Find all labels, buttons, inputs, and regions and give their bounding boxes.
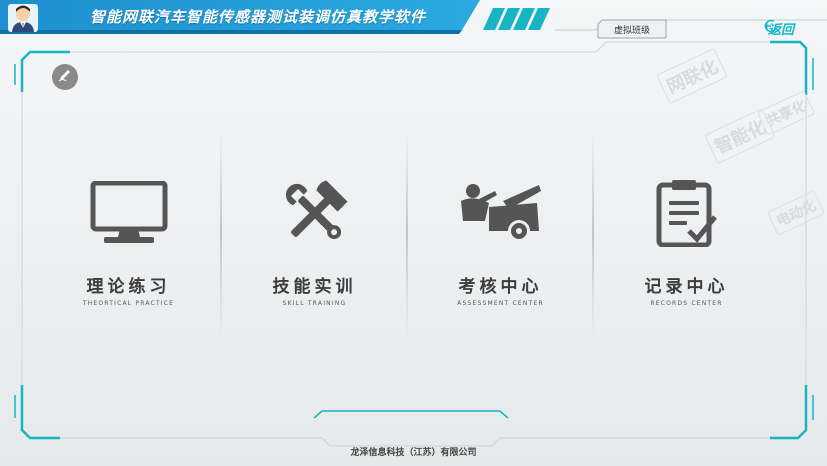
module-theory-practice[interactable]: 理论练习 THEORTICAL PRACTICE <box>36 128 221 338</box>
class-tab[interactable]: 虚拟班级 <box>596 19 668 39</box>
module-records-center[interactable]: 记录中心 RECORDS CENTER <box>594 128 779 338</box>
pen-icon <box>57 67 73 87</box>
module-subtitle: ASSESSMENT CENTER <box>457 300 544 307</box>
module-subtitle: THEORTICAL PRACTICE <box>82 300 175 307</box>
avatar <box>6 2 40 34</box>
tools-icon <box>272 178 358 248</box>
app-title: 智能网联汽车智能传感器测试装调仿真教学软件 <box>90 8 427 26</box>
monitor-icon <box>86 178 172 248</box>
module-title: 考核中心 <box>458 277 543 297</box>
app-header: 智能网联汽车智能传感器测试装调仿真教学软件 虚拟班级 返回 <box>0 0 827 39</box>
back-button[interactable]: 返回 <box>764 19 794 38</box>
car-repair-icon <box>458 178 544 248</box>
class-tab-label: 虚拟班级 <box>613 25 650 36</box>
module-grid: 理论练习 THEORTICAL PRACTICE 技能实训 SKILL TRAI… <box>36 128 776 338</box>
module-assessment-center[interactable]: 考核中心 ASSESSMENT CENTER <box>408 128 593 338</box>
module-subtitle: RECORDS CENTER <box>650 300 723 307</box>
clipboard-icon <box>644 178 730 248</box>
footer-company: 龙泽信息科技（江苏）有限公司 <box>350 448 477 458</box>
module-title: 技能实训 <box>272 277 357 297</box>
module-subtitle: SKILL TRAINING <box>282 300 347 307</box>
module-skill-training[interactable]: 技能实训 SKILL TRAINING <box>222 128 407 338</box>
module-title: 理论练习 <box>86 277 171 297</box>
edit-button[interactable] <box>52 64 78 90</box>
module-title: 记录中心 <box>644 277 729 297</box>
